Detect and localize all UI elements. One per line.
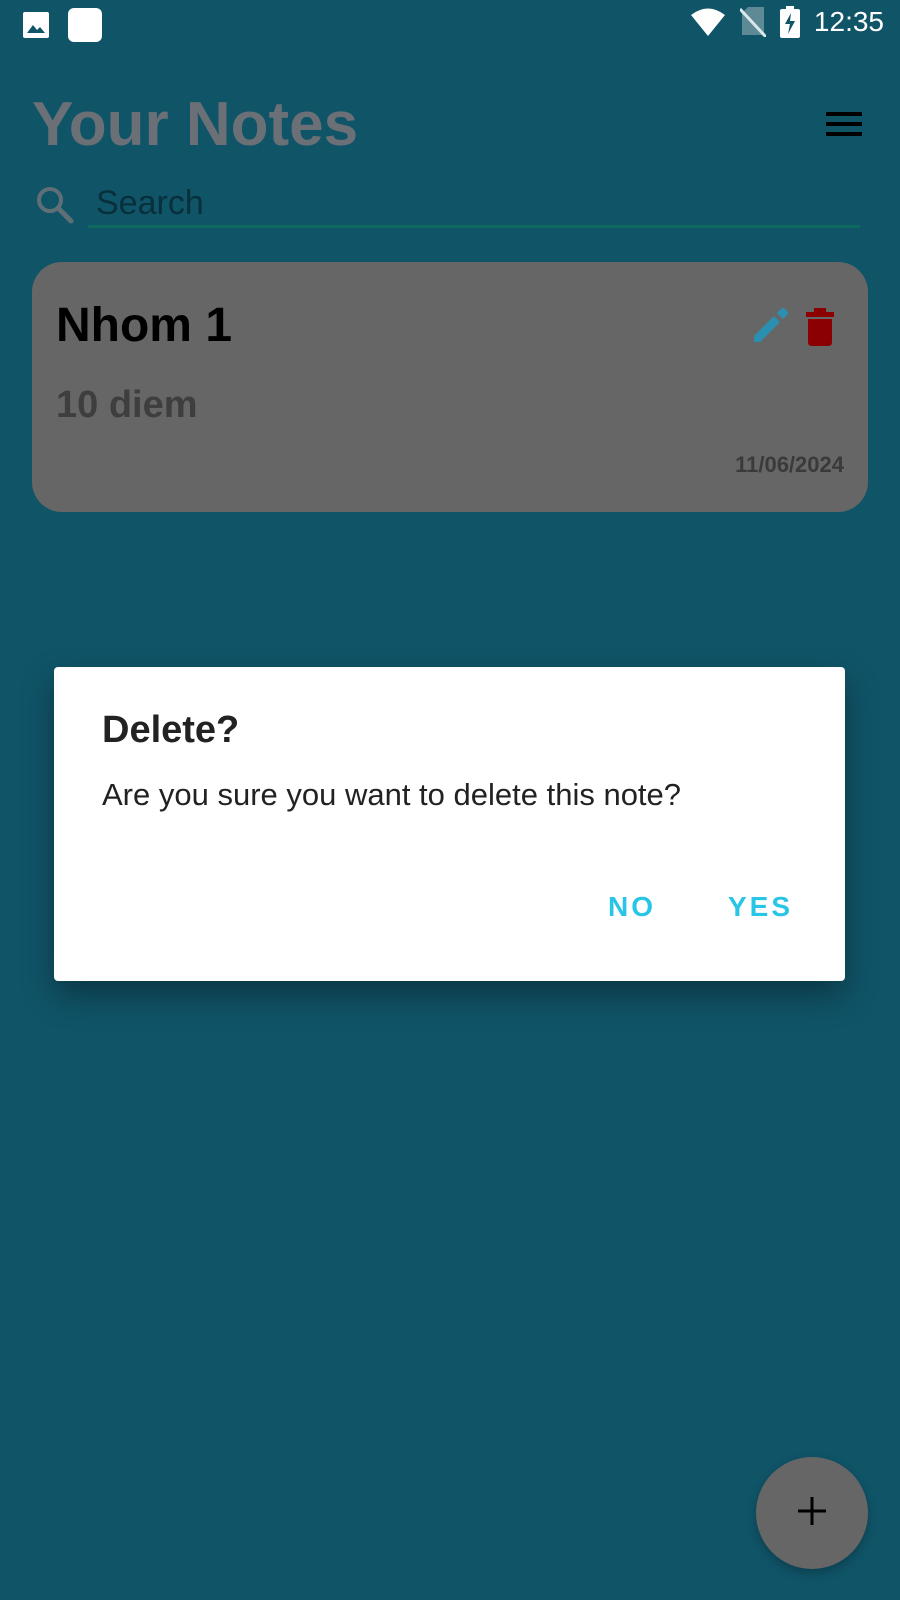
status-bar: 12:35 xyxy=(0,0,900,48)
note-card[interactable]: Nhom 1 10 diem 11/06/2024 xyxy=(32,262,868,512)
hamburger-menu-icon xyxy=(818,112,864,148)
no-sim-icon xyxy=(739,7,766,37)
note-date: 11/06/2024 xyxy=(735,452,844,477)
page-title: Your Notes xyxy=(32,90,359,159)
delete-confirm-dialog: Delete? Are you sure you want to delete … xyxy=(54,667,845,981)
yes-button[interactable]: YES xyxy=(728,893,793,921)
status-bar-notifications xyxy=(22,8,102,42)
menu-button[interactable] xyxy=(818,104,864,144)
edit-note-button[interactable] xyxy=(750,306,790,346)
dialog-title: Delete? xyxy=(102,709,240,751)
dialog-message: Are you sure you want to delete this not… xyxy=(102,777,682,812)
no-button[interactable]: NO xyxy=(608,893,656,921)
wifi-icon xyxy=(690,7,726,37)
note-content: 10 diem xyxy=(56,384,198,426)
edit-icon xyxy=(750,308,790,350)
add-note-button[interactable] xyxy=(756,1457,868,1569)
plus-icon xyxy=(796,1495,828,1532)
status-time: 12:35 xyxy=(813,6,884,37)
status-bar-system: 12:35 xyxy=(690,6,884,38)
app-notification-icon xyxy=(68,8,102,42)
image-notification-icon xyxy=(22,11,50,39)
note-title: Nhom 1 xyxy=(56,299,233,352)
battery-charging-icon xyxy=(779,6,800,38)
delete-note-button[interactable] xyxy=(804,308,836,346)
search-icon xyxy=(34,184,76,231)
search-input[interactable] xyxy=(88,182,860,228)
delete-icon xyxy=(804,308,836,350)
